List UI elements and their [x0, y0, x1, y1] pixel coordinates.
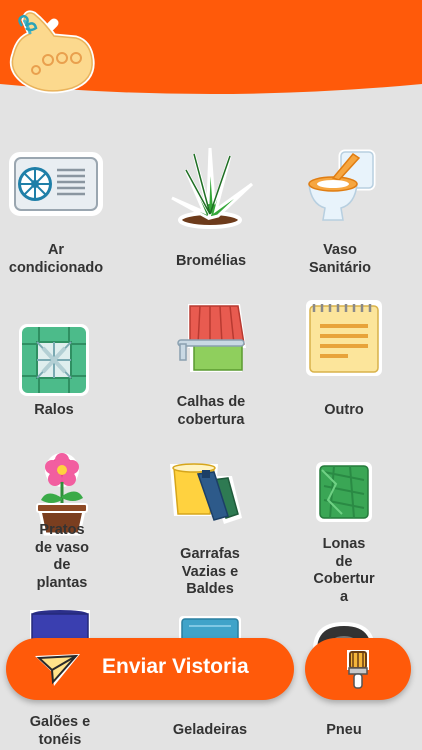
category-label: Garrafas Vazias e Baldes	[180, 546, 240, 597]
category-outro[interactable]: Outro	[274, 288, 414, 438]
category-ar-condicionado[interactable]: Ar condicionado	[0, 138, 126, 288]
app-header	[0, 0, 422, 100]
toilet-icon	[308, 149, 376, 221]
category-label: Bromélias	[175, 253, 247, 269]
category-bromelias[interactable]: Bromélias	[141, 138, 281, 288]
category-label: Ralos	[34, 402, 74, 418]
note-icon	[306, 300, 382, 376]
category-lonas-de-cobertura[interactable]: Lonas de Cobertur a	[274, 438, 414, 608]
send-inspection-label: Enviar Vistoria	[102, 655, 249, 678]
category-label: Lonas de Cobertur a	[313, 536, 375, 605]
paper-plane-icon	[35, 654, 80, 686]
category-vaso-sanitario[interactable]: Vaso Sanitário	[270, 138, 410, 288]
brush-button[interactable]	[305, 638, 411, 700]
category-label: Ar condicionado	[8, 242, 104, 276]
category-label: Pneu	[326, 722, 362, 738]
category-ralos[interactable]: Ralos	[0, 288, 124, 438]
bromeliad-plant-icon	[171, 147, 254, 229]
category-label: Vaso Sanitário	[308, 242, 372, 276]
category-label: Geladeiras	[172, 722, 248, 738]
category-calhas-de-cobertura[interactable]: Calhas de cobertura	[141, 288, 281, 438]
brush-icon	[347, 650, 369, 689]
tarp-icon	[316, 462, 372, 522]
roof-gutter-icon	[177, 304, 246, 372]
category-label: Outro	[324, 402, 364, 418]
category-label: Calhas de cobertura	[176, 394, 246, 428]
bottles-bucket-icon	[170, 463, 242, 524]
category-garrafas-baldes[interactable]: Garrafas Vazias e Baldes	[140, 438, 280, 608]
category-label: Pratos de vaso de plantas	[35, 522, 89, 591]
drain-icon	[19, 324, 89, 396]
air-conditioner-icon	[9, 152, 103, 216]
category-label: Galões e tonéis	[29, 714, 91, 748]
send-inspection-button[interactable]: Enviar Vistoria	[6, 638, 294, 700]
category-pratos-de-vaso[interactable]: Pratos de vaso de plantas	[0, 438, 132, 608]
hand-icon	[9, 10, 95, 94]
